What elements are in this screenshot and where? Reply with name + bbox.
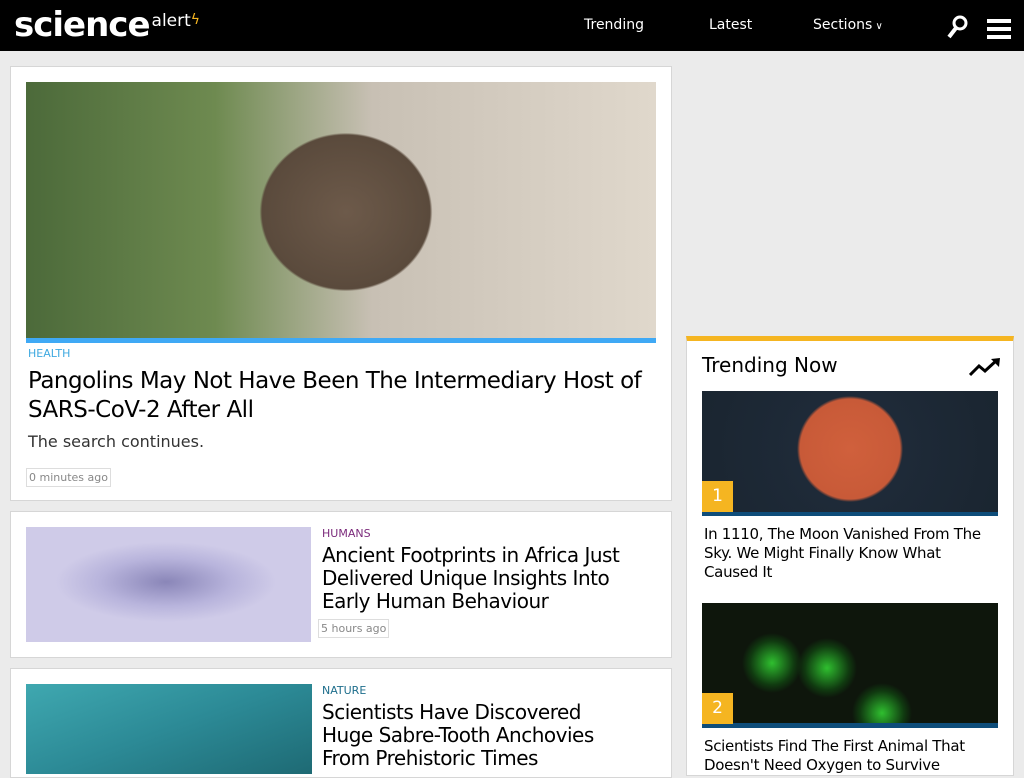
site-header: science alert ϟ Trending Latest Sections… <box>0 0 1024 51</box>
trending-panel: Trending Now 1 In 1110, The Moon Vanishe… <box>686 336 1014 776</box>
logo-text: science <box>14 5 151 45</box>
trending-title: Trending Now <box>702 353 838 377</box>
logo-subtext: alert <box>151 11 191 31</box>
menu-icon[interactable] <box>987 18 1011 40</box>
article-title[interactable]: Ancient Footprints in Africa Just Delive… <box>322 544 642 613</box>
timestamp: 5 hours ago <box>318 619 390 638</box>
timestamp: 0 minutes ago <box>26 468 111 487</box>
article-card[interactable]: NATURE Scientists Have Discovered Huge S… <box>10 668 672 778</box>
animal-image[interactable] <box>702 603 998 727</box>
article-title[interactable]: Scientists Have Discovered Huge Sabre-To… <box>322 701 622 770</box>
featured-article[interactable]: HEALTH Pangolins May Not Have Been The I… <box>10 66 672 501</box>
article-title[interactable]: Pangolins May Not Have Been The Intermed… <box>28 367 658 425</box>
category-label[interactable]: NATURE <box>322 684 366 697</box>
pangolin-image[interactable] <box>26 82 656 338</box>
trending-item-title[interactable]: In 1110, The Moon Vanished From The Sky.… <box>704 525 996 582</box>
chevron-down-icon: ∨ <box>872 21 883 32</box>
anchovy-image[interactable] <box>26 684 312 774</box>
image-bar <box>702 723 998 728</box>
moon-image[interactable] <box>702 391 998 515</box>
image-bar <box>702 512 998 516</box>
article-subtitle: The search continues. <box>28 432 205 451</box>
rank-badge: 2 <box>702 693 733 724</box>
nav-sections-label: Sections <box>813 17 873 33</box>
trending-up-icon <box>969 358 1000 377</box>
nav-trending[interactable]: Trending <box>584 17 644 33</box>
nav-latest[interactable]: Latest <box>709 17 752 33</box>
footprints-image[interactable] <box>26 527 311 642</box>
rank-badge: 1 <box>702 481 733 512</box>
category-label[interactable]: HEALTH <box>28 347 70 360</box>
nav-sections[interactable]: Sections ∨ <box>813 17 883 33</box>
category-bar <box>26 338 656 343</box>
category-label[interactable]: HUMANS <box>322 527 371 540</box>
ad-slot <box>685 63 1023 325</box>
search-icon[interactable] <box>946 15 968 39</box>
logo-bolt-icon: ϟ <box>190 12 201 28</box>
site-logo[interactable]: science alert ϟ <box>14 6 200 42</box>
article-card[interactable]: HUMANS Ancient Footprints in Africa Just… <box>10 511 672 658</box>
trending-item-title[interactable]: Scientists Find The First Animal That Do… <box>704 737 996 775</box>
